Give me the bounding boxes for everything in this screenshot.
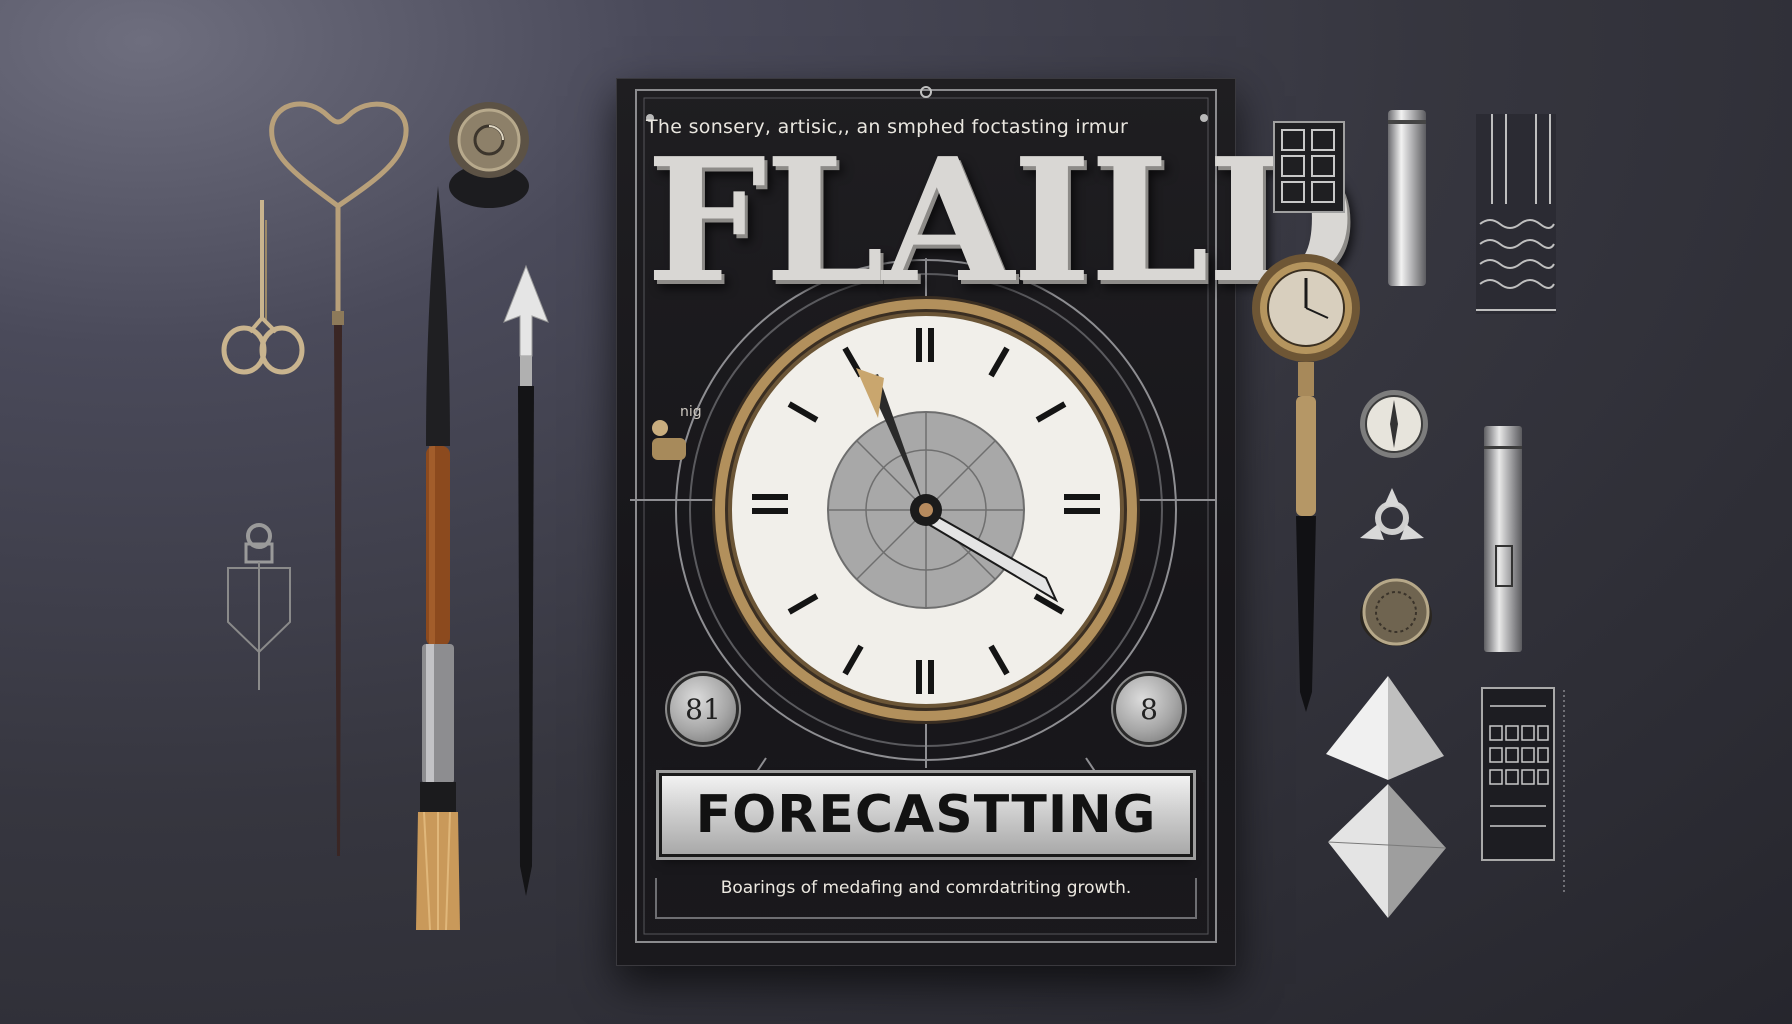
magnifier-watch-icon xyxy=(1252,254,1360,712)
silver-tube-icon xyxy=(1484,426,1522,652)
poster-title: FLAILD xyxy=(646,121,1355,321)
compass-disk-icon xyxy=(1360,390,1428,458)
poster-subtitle: Boarings of medafing and comrdatriting g… xyxy=(720,878,1132,898)
paintbrush-icon xyxy=(416,186,460,931)
poster-small-mark: nig xyxy=(680,404,702,420)
engraved-grid-plate-icon xyxy=(1481,687,1565,892)
shield-pendant-icon xyxy=(227,523,291,690)
arrow-pen-icon xyxy=(503,264,549,896)
pyramid-prisms-icon xyxy=(1326,676,1447,918)
tri-blade-emblem-icon xyxy=(1360,488,1424,540)
forecasting-plaque: FORECASTTING xyxy=(662,776,1190,854)
left-medallion: 8‌1 xyxy=(670,676,736,742)
right-medallion: 8 xyxy=(1116,676,1182,742)
round-stamp-icon xyxy=(449,102,529,208)
silver-cylinder-icon xyxy=(1388,110,1426,286)
engraved-plate-icon xyxy=(1476,114,1556,314)
bronze-disk-icon xyxy=(1360,578,1432,646)
letter-tile-icon xyxy=(1273,121,1345,213)
poster: The sonsery, artisic,, an smphed foctast… xyxy=(616,78,1355,966)
scissors-icon xyxy=(221,200,305,375)
